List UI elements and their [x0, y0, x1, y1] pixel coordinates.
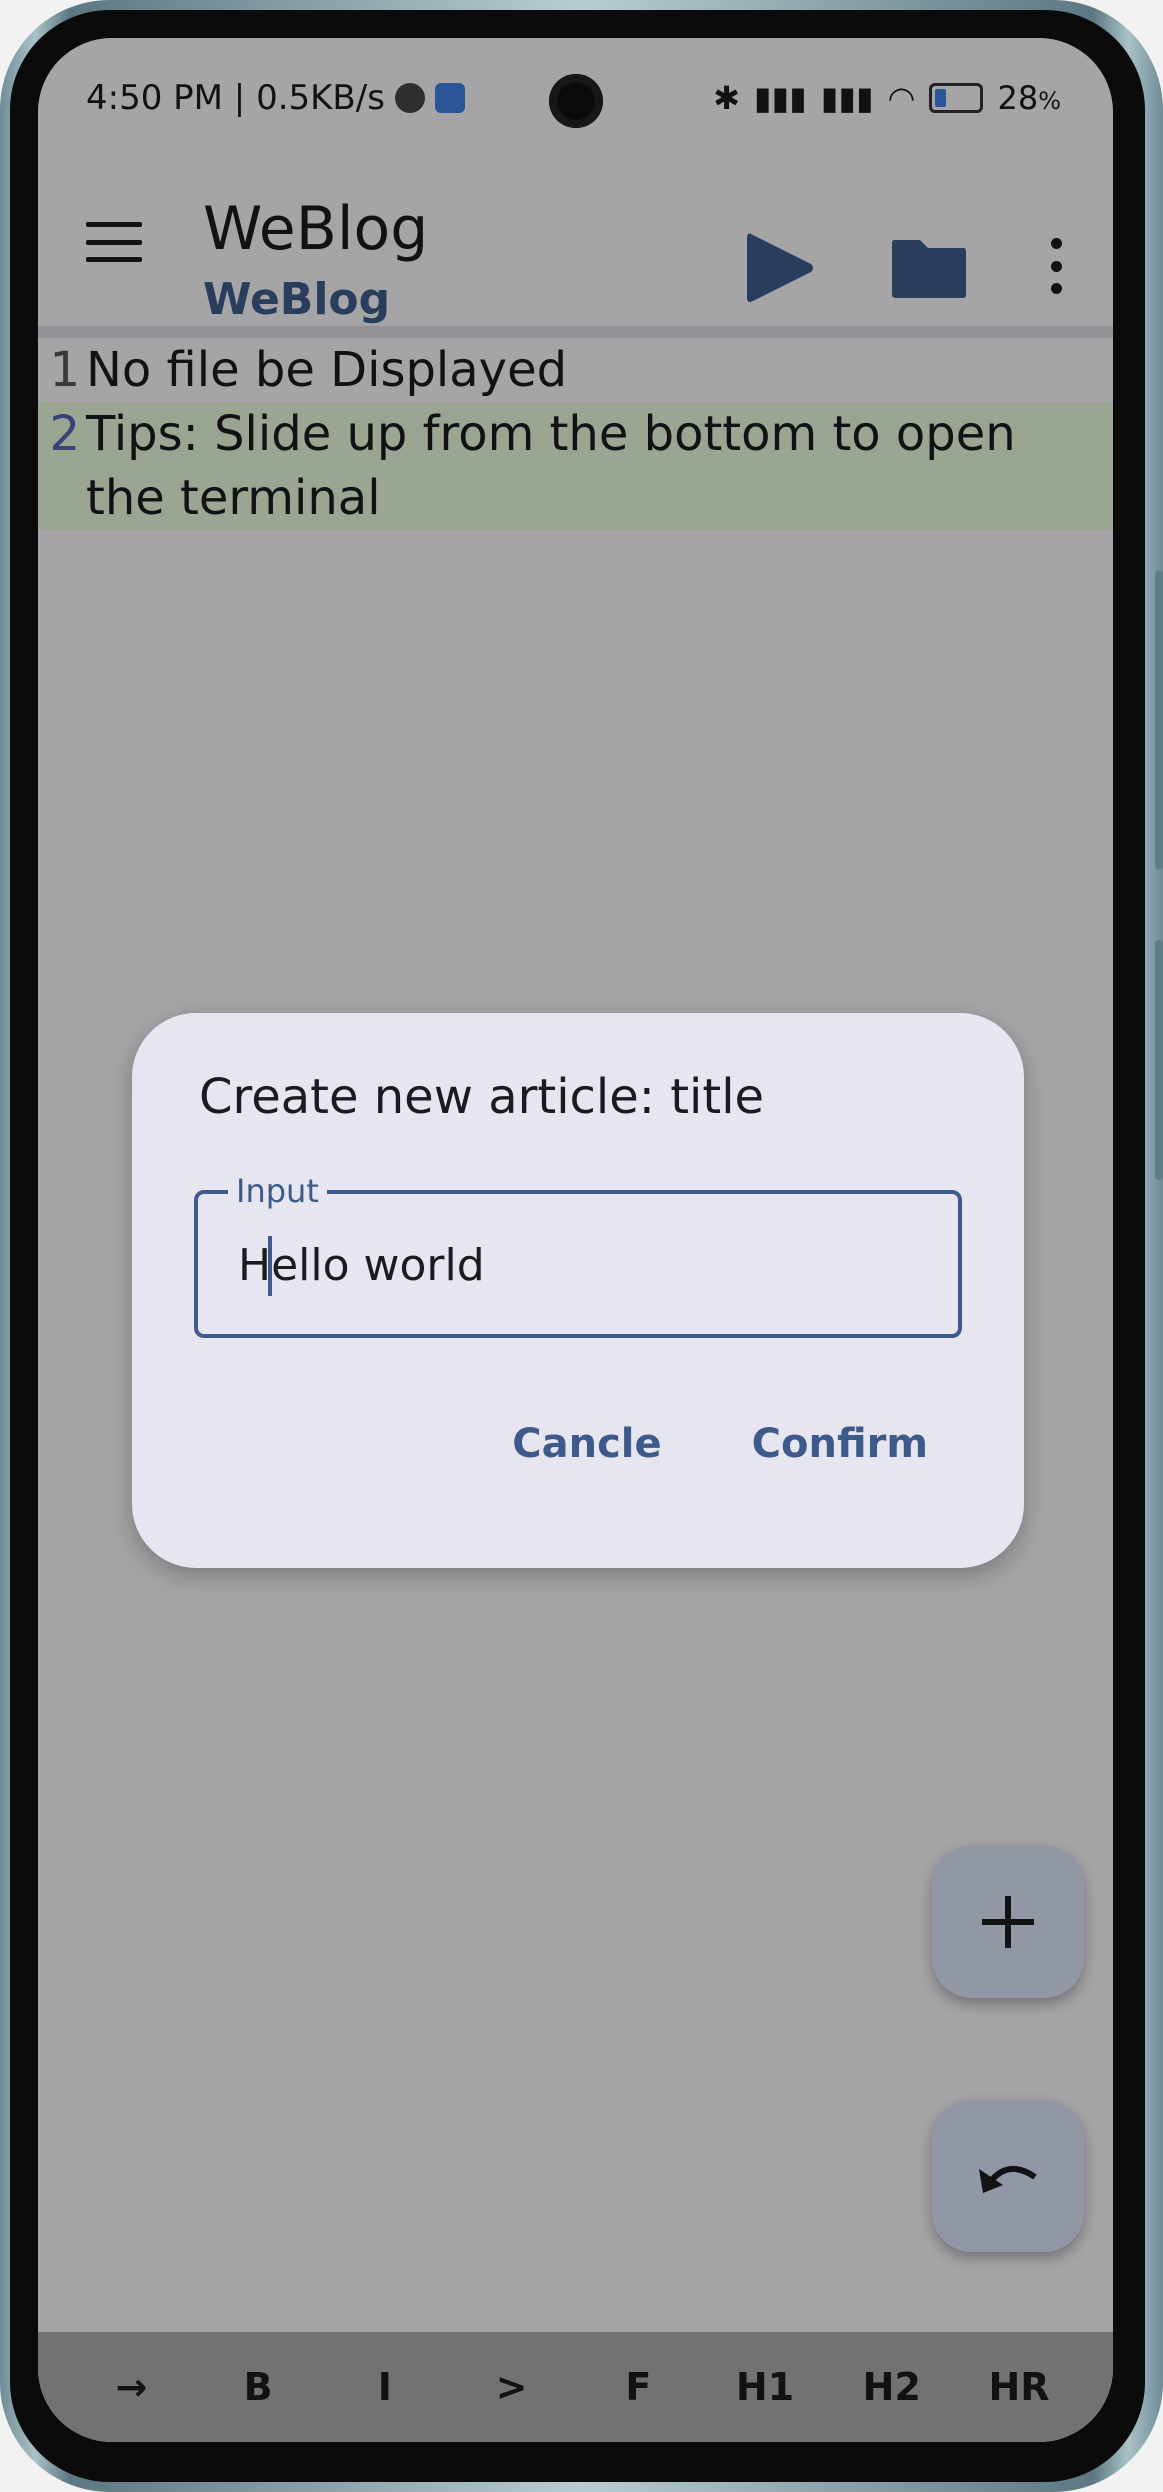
title-input[interactable] [236, 1234, 920, 1296]
dialog-actions: Cancle Confirm [512, 1421, 928, 1467]
phone-frame: 4:50 PM | 0.5KB/s ✱ ▮▮▮ ▮▮▮ ◠ 28% WeBlog… [0, 0, 1163, 2492]
text-caret [268, 1236, 272, 1296]
dialog-title: Create new article: title [199, 1069, 765, 1125]
power-button [1155, 940, 1163, 1180]
create-article-dialog: Create new article: title Input Cancle C… [132, 1013, 1024, 1568]
volume-button [1155, 570, 1163, 870]
screen: 4:50 PM | 0.5KB/s ✱ ▮▮▮ ▮▮▮ ◠ 28% WeBlog… [38, 38, 1113, 2442]
field-label: Input [228, 1172, 327, 1210]
cancel-button[interactable]: Cancle [512, 1421, 661, 1467]
title-field: Input [194, 1172, 962, 1338]
confirm-button[interactable]: Confirm [752, 1421, 928, 1467]
